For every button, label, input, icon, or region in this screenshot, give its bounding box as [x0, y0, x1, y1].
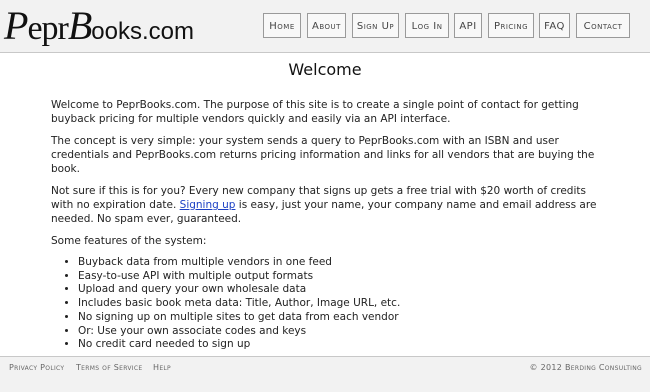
footer-help-link[interactable]: Help	[153, 363, 171, 372]
feature-item: Upload and query your own wholesale data	[78, 283, 611, 297]
nav-faq-button[interactable]: FAQ	[539, 13, 570, 38]
nav-contact-button[interactable]: Contact	[576, 13, 630, 38]
feature-item: Buyback data from multiple vendors in on…	[78, 256, 611, 270]
footer-terms-link[interactable]: Terms of Service	[76, 363, 142, 372]
logo-text-mid: epr	[27, 10, 68, 47]
feature-item: No signing up on multiple sites to get d…	[78, 311, 611, 325]
site-footer: Privacy Policy Terms of Service Help © 2…	[0, 356, 650, 392]
features-intro: Some features of the system:	[51, 235, 207, 247]
footer-privacy-link[interactable]: Privacy Policy	[9, 363, 64, 372]
feature-item: Includes basic book meta data: Title, Au…	[78, 297, 611, 311]
main-content: Welcome to PeprBooks.com. The purpose of…	[51, 98, 611, 352]
feature-item: Easy-to-use API with multiple output for…	[78, 270, 611, 284]
page-title: Welcome	[288, 60, 362, 79]
signing-up-link[interactable]: Signing up	[180, 199, 236, 211]
site-logo[interactable]: PeprBooks.com	[4, 4, 194, 48]
logo-letter-b: B	[67, 3, 92, 48]
site-header: PeprBooks.com Home About Sign Up Log In …	[0, 0, 650, 53]
features-list: Buyback data from multiple vendors in on…	[51, 256, 611, 352]
nav-signup-button[interactable]: Sign Up	[352, 13, 399, 38]
concept-paragraph: The concept is very simple: your system …	[51, 135, 595, 175]
feature-item: Or: Use your own associate codes and key…	[78, 325, 611, 339]
logo-text-tail: ooks.com	[91, 18, 194, 45]
nav-api-button[interactable]: API	[454, 13, 482, 38]
feature-item: No credit card needed to sign up	[78, 338, 611, 352]
nav-about-button[interactable]: About	[307, 13, 346, 38]
logo-letter-p: P	[4, 3, 28, 48]
nav-home-button[interactable]: Home	[263, 13, 301, 38]
footer-copyright: © 2012 Berding Consulting	[529, 363, 642, 372]
trial-paragraph: Not sure if this is for you? Every new c…	[51, 184, 611, 226]
nav-pricing-button[interactable]: Pricing	[488, 13, 534, 38]
nav-login-button[interactable]: Log In	[405, 13, 449, 38]
intro-paragraph: Welcome to PeprBooks.com. The purpose of…	[51, 99, 579, 125]
